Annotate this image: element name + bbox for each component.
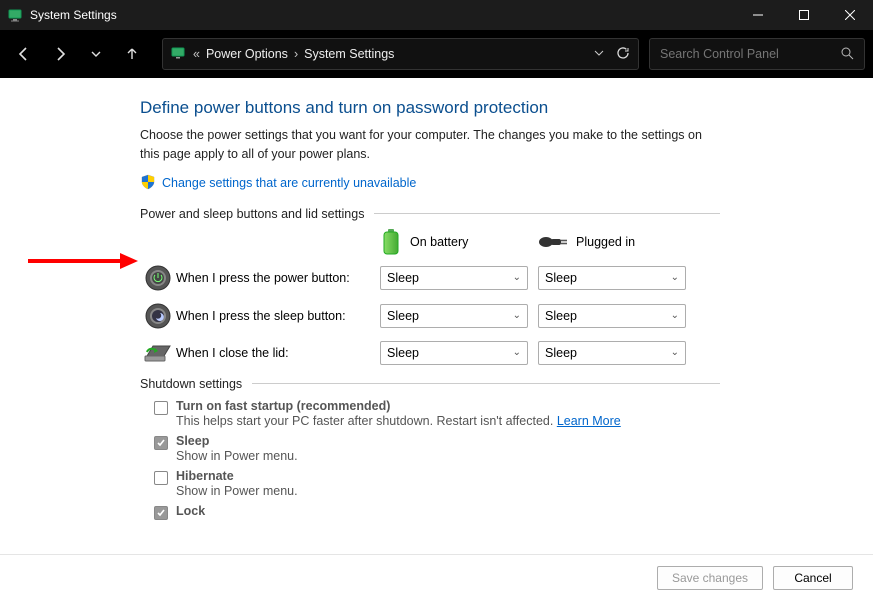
window-title: System Settings [30, 8, 735, 22]
change-settings-link[interactable]: Change settings that are currently unava… [162, 176, 416, 190]
shutdown-section-label: Shutdown settings [140, 377, 242, 391]
battery-icon [380, 229, 402, 255]
close-button[interactable] [827, 0, 873, 30]
sleep-button-label: When I press the sleep button: [176, 309, 380, 323]
power-button-label: When I press the power button: [176, 271, 380, 285]
learn-more-link[interactable]: Learn More [557, 414, 621, 428]
chevron-down-icon: ⌄ [671, 347, 679, 358]
cancel-button[interactable]: Cancel [773, 566, 853, 590]
divider [252, 383, 720, 384]
power-button-plugged-select[interactable]: Sleep⌄ [538, 266, 686, 290]
power-section-label: Power and sleep buttons and lid settings [140, 207, 364, 221]
power-button-icon [140, 265, 176, 291]
breadcrumb-prefix-chevron[interactable]: « [193, 47, 200, 61]
hibernate-sub: Show in Power menu. [176, 484, 298, 498]
hibernate-checkbox[interactable] [154, 471, 168, 485]
chevron-down-icon: ⌄ [513, 272, 521, 283]
lid-plugged-select[interactable]: Sleep⌄ [538, 341, 686, 365]
fast-startup-sub: This helps start your PC faster after sh… [176, 414, 621, 428]
chevron-down-icon: ⌄ [513, 310, 521, 321]
control-panel-icon [171, 45, 187, 64]
sleep-button-battery-select[interactable]: Sleep⌄ [380, 304, 528, 328]
minimize-button[interactable] [735, 0, 781, 30]
plug-icon [538, 233, 568, 251]
breadcrumb-power-options[interactable]: Power Options [206, 47, 288, 61]
search-box[interactable] [649, 38, 865, 70]
hibernate-title: Hibernate [176, 469, 298, 483]
up-button[interactable] [116, 38, 148, 70]
back-button[interactable] [8, 38, 40, 70]
recent-dropdown[interactable] [80, 38, 112, 70]
forward-button[interactable] [44, 38, 76, 70]
on-battery-header: On battery [380, 229, 538, 255]
divider [374, 213, 720, 214]
chevron-right-icon: › [294, 47, 298, 61]
search-input[interactable] [660, 47, 840, 61]
sleep-title: Sleep [176, 434, 298, 448]
nav-bar: « Power Options › System Settings [0, 30, 873, 78]
chevron-down-icon: ⌄ [671, 310, 679, 321]
chevron-down-icon: ⌄ [671, 272, 679, 283]
search-icon[interactable] [840, 46, 854, 63]
uac-shield-icon [140, 174, 156, 193]
addressbar-dropdown[interactable] [594, 47, 604, 61]
lid-icon [140, 342, 176, 364]
lid-label: When I close the lid: [176, 346, 380, 360]
fast-startup-checkbox[interactable] [154, 401, 168, 415]
breadcrumb-system-settings[interactable]: System Settings [304, 47, 394, 61]
save-changes-button[interactable]: Save changes [657, 566, 763, 590]
plugged-in-header: Plugged in [538, 233, 696, 251]
chevron-down-icon: ⌄ [513, 347, 521, 358]
sleep-button-plugged-select[interactable]: Sleep⌄ [538, 304, 686, 328]
page-title: Define power buttons and turn on passwor… [140, 98, 720, 118]
content-scroll-area[interactable]: Define power buttons and turn on passwor… [0, 78, 863, 554]
sleep-sub: Show in Power menu. [176, 449, 298, 463]
title-bar: System Settings [0, 0, 873, 30]
lock-title: Lock [176, 504, 205, 518]
lid-battery-select[interactable]: Sleep⌄ [380, 341, 528, 365]
sleep-checkbox[interactable] [154, 436, 168, 450]
power-button-battery-select[interactable]: Sleep⌄ [380, 266, 528, 290]
address-bar[interactable]: « Power Options › System Settings [162, 38, 639, 70]
lock-checkbox[interactable] [154, 506, 168, 520]
refresh-button[interactable] [616, 46, 630, 63]
app-icon [8, 7, 24, 23]
page-description: Choose the power settings that you want … [140, 126, 720, 164]
fast-startup-title: Turn on fast startup (recommended) [176, 399, 621, 413]
maximize-button[interactable] [781, 0, 827, 30]
footer: Save changes Cancel [0, 554, 873, 600]
sleep-button-icon [140, 303, 176, 329]
